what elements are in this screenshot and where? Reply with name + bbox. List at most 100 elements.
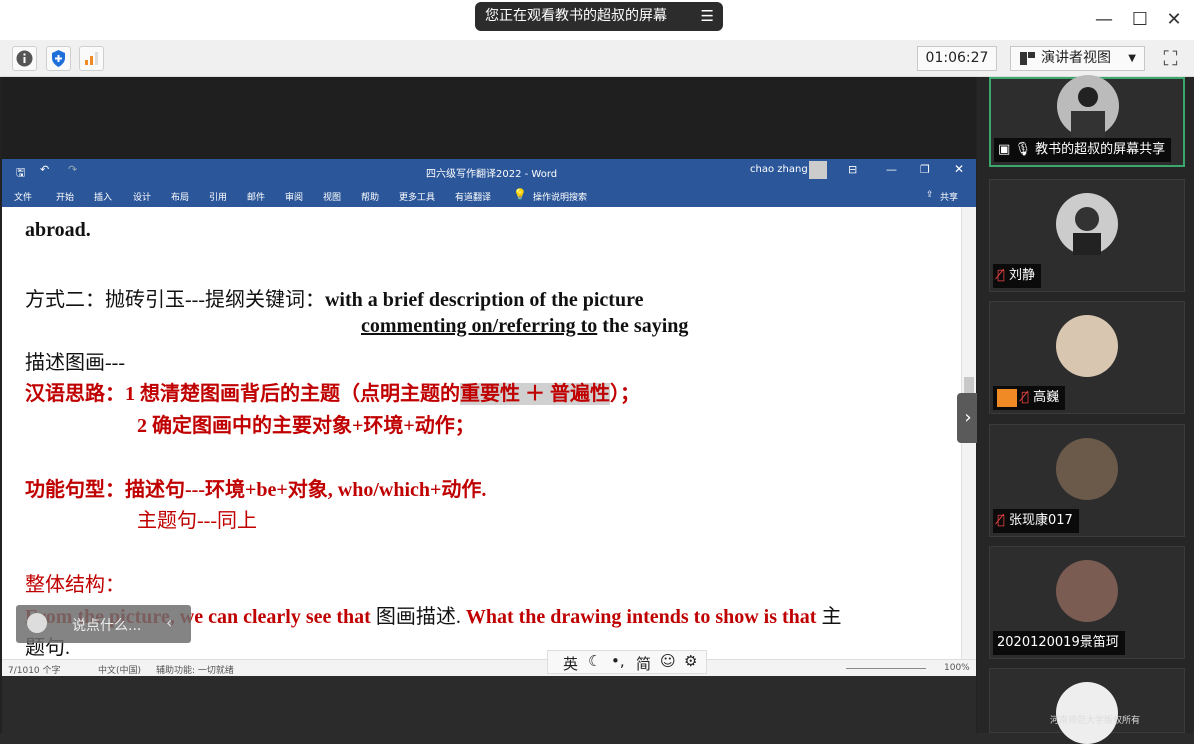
shared-screen-gap <box>2 77 976 159</box>
tab-view[interactable]: 视图 <box>323 190 341 203</box>
tab-file[interactable]: 文件 <box>14 190 32 203</box>
close-icon[interactable]: ✕ <box>1162 8 1186 32</box>
shield-icon <box>52 50 65 67</box>
commenting-phrase: commenting on/referring to <box>361 315 598 337</box>
highlighted-text: 重要性 ＋ 普遍性 <box>460 383 610 405</box>
undo-icon[interactable]: ↶ <box>40 163 49 176</box>
word-statusbar: 7/1010 个字 中文(中国) 辅助功能: 一切就绪 100% <box>2 659 976 676</box>
ime-language[interactable]: 英 <box>563 653 578 674</box>
doc-line-2: 方式二：抛砖引玉---提纲关键词：with a brief descriptio… <box>25 283 643 312</box>
participant-name-tag: 🎙̸ 刘静 <box>993 264 1041 288</box>
participant-tile[interactable]: 🎙̸ 刘静 <box>989 179 1185 292</box>
tab-more-tools[interactable]: 更多工具 <box>399 190 435 203</box>
signal-bars-icon <box>85 52 98 65</box>
mic-muted-icon: 🎙̸ <box>997 513 1005 528</box>
avatar <box>1056 315 1118 377</box>
description-sentence: 描述句---环境+be+对象, who/which+动作. <box>125 479 487 501</box>
theme-start: 主 <box>821 606 842 628</box>
share-button[interactable]: 共享 <box>940 190 958 203</box>
function-sentence-label: 功能句型： <box>25 479 125 501</box>
doc-line-6: 2 确定图画中的主要对象+环境+动作； <box>137 415 475 437</box>
layout-icon <box>1020 52 1035 65</box>
chevron-left-icon[interactable]: ‹ <box>166 613 172 632</box>
fullscreen-icon[interactable]: ⛶ <box>1158 46 1183 71</box>
accessibility-status[interactable]: 辅助功能: 一切就绪 <box>156 663 234 676</box>
participant-tile-presenter[interactable]: ▣ 🎙 教书的超叔的屏幕共享 <box>989 75 1185 167</box>
save-icon[interactable]: 🖫 <box>16 164 25 183</box>
info-button[interactable] <box>12 46 37 71</box>
user-name[interactable]: chao zhang <box>750 164 808 175</box>
avatar <box>1056 193 1118 255</box>
avatar <box>1056 560 1118 622</box>
chevron-down-icon: ▼ <box>1128 53 1136 64</box>
tab-insert[interactable]: 插入 <box>94 190 112 203</box>
punctuation-icon[interactable]: •, <box>611 652 625 670</box>
participant-tile[interactable]: 2020120019景笛珂 <box>989 546 1185 659</box>
mic-muted-icon: 🎙̸ <box>997 268 1005 283</box>
language-status[interactable]: 中文(中国) <box>98 663 141 676</box>
doc-line-1: abroad. <box>25 219 91 241</box>
participant-name-tag: 2020120019景笛珂 <box>993 631 1125 655</box>
chat-placeholder[interactable]: 说点什么... <box>72 615 141 635</box>
security-button[interactable] <box>46 46 71 71</box>
mic-muted-icon: 🎙̸ <box>1021 390 1029 405</box>
document-page[interactable]: abroad. 方式二：抛砖引玉---提纲关键词：with a brief de… <box>2 207 976 659</box>
doc-line-5: 汉语思路：1 想清楚图画背后的主题（点明主题的重要性 ＋ 普遍性）； <box>25 377 640 406</box>
maximize-icon[interactable]: ☐ <box>1128 8 1152 32</box>
tell-me-search[interactable]: 操作说明搜索 <box>533 190 587 203</box>
signal-button[interactable] <box>79 46 104 71</box>
share-icon[interactable]: ⇪ <box>926 190 934 200</box>
viewing-text: 您正在观看教书的超叔的屏幕 <box>485 8 667 24</box>
view-mode-dropdown[interactable]: 演讲者视图 ▼ <box>1010 46 1145 71</box>
saying-phrase: the saying <box>597 315 689 337</box>
participant-tile[interactable]: 🎙̸ 张现康017 <box>989 424 1185 537</box>
structure-phrase-2: What the drawing intends to show is that <box>465 606 817 628</box>
watermark: 河南师范大学版权所有 <box>1050 716 1141 726</box>
chat-input-box[interactable]: 说点什么... ‹ <box>16 605 191 643</box>
tab-design[interactable]: 设计 <box>133 190 151 203</box>
tab-help[interactable]: 帮助 <box>361 190 379 203</box>
method-two-label: 方式二：抛砖引玉---提纲关键词： <box>25 289 325 311</box>
settings-icon[interactable]: ⚙ <box>684 652 697 670</box>
moon-icon[interactable]: ☾ <box>588 652 601 670</box>
screen-share-icon: ▣ <box>998 142 1011 157</box>
emoji-face-icon[interactable] <box>27 613 47 633</box>
participant-name-tag: 🎙̸ 张现康017 <box>993 509 1079 533</box>
ribbon-display-icon[interactable]: ⊟ <box>848 163 857 176</box>
doc-line-8: 主题句---同上 <box>137 510 257 532</box>
picture-description: 图画描述. <box>375 606 461 628</box>
chinese-thinking-label: 汉语思路：1 想清楚图画背后的主题（点明主题的 <box>25 383 460 405</box>
participant-tile[interactable]: 🎙̸ 高巍 <box>989 301 1185 414</box>
description-phrase: with a brief description of the picture <box>324 289 644 311</box>
emoji-icon[interactable]: ☺ <box>660 652 676 670</box>
viewing-banner[interactable]: 您正在观看教书的超叔的屏幕 ☰ <box>475 2 723 31</box>
tab-references[interactable]: 引用 <box>209 190 227 203</box>
minimize-icon[interactable]: — <box>1092 8 1116 32</box>
word-minimize-icon[interactable]: — <box>886 163 897 176</box>
ime-toolbar[interactable]: 英 ☾ •, 简 ☺ ⚙ <box>547 650 707 674</box>
word-restore-icon[interactable]: ❐ <box>920 163 930 176</box>
word-close-icon[interactable]: ✕ <box>954 162 964 176</box>
user-avatar[interactable] <box>809 161 827 179</box>
zoom-level[interactable]: 100% <box>944 663 970 673</box>
tab-review[interactable]: 审阅 <box>285 190 303 203</box>
list-icon[interactable]: ☰ <box>701 2 714 31</box>
zoom-slider[interactable] <box>846 668 926 669</box>
tab-mailings[interactable]: 邮件 <box>247 190 265 203</box>
tab-layout[interactable]: 布局 <box>171 190 189 203</box>
microphone-icon: 🎙 <box>1014 142 1031 157</box>
tab-home[interactable]: 开始 <box>56 190 74 203</box>
panel-toggle-handle[interactable]: › <box>957 393 979 443</box>
doc-line-9: 整体结构： <box>25 574 125 596</box>
view-mode-label: 演讲者视图 <box>1041 50 1111 66</box>
tab-youdao-translate[interactable]: 有道翻译 <box>455 190 491 203</box>
redo-icon[interactable]: ↷ <box>68 163 77 176</box>
word-ribbon-tabs: 文件 开始 插入 设计 布局 引用 邮件 审阅 视图 帮助 更多工具 有道翻译 … <box>2 183 976 207</box>
avatar <box>1057 75 1119 137</box>
avatar <box>1056 438 1118 500</box>
word-count[interactable]: 7/1010 个字 <box>8 663 61 676</box>
ime-mode[interactable]: 简 <box>636 653 651 674</box>
doc-line-7: 功能句型：描述句---环境+be+对象, who/which+动作. <box>25 473 486 502</box>
word-titlebar: 🖫 ↶ ↷ 四六级写作翻译2022 - Word chao zhang ⊟ — … <box>2 159 976 183</box>
meeting-timer: 01:06:27 <box>917 46 997 71</box>
